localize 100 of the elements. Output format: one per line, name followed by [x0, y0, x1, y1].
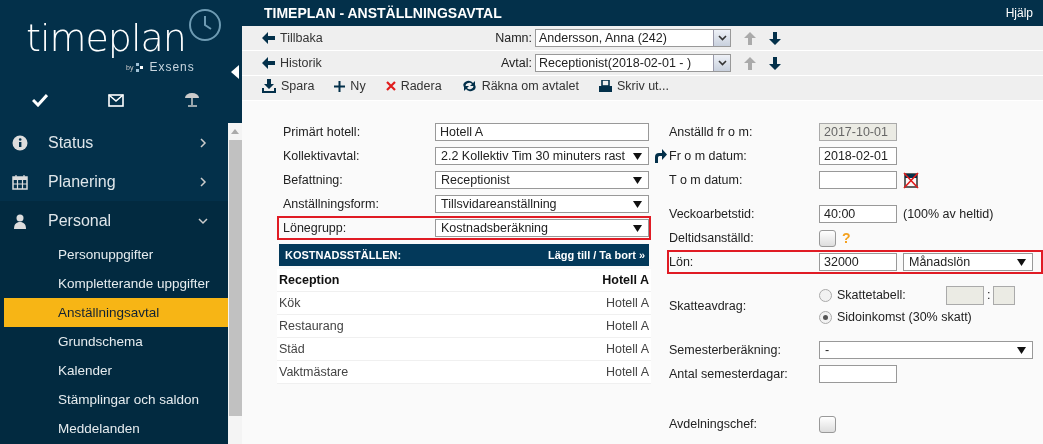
- close-icon: [385, 81, 396, 91]
- dropdown[interactable]: Månadslön: [903, 253, 1033, 271]
- nav-subitem[interactable]: Stämplingar och saldon: [4, 385, 228, 414]
- down-arrow-icon[interactable]: [769, 31, 781, 45]
- clear-date-icon[interactable]: [903, 171, 919, 189]
- add-remove-link[interactable]: Lägg till / Ta bort »: [548, 249, 645, 261]
- radio-label: Sidoinkomst (30% skatt): [837, 309, 972, 325]
- text-field[interactable]: [819, 171, 897, 189]
- left-arrow-icon: [262, 57, 275, 69]
- toolbar-button[interactable]: Spara: [262, 79, 315, 93]
- download-icon: [262, 79, 276, 93]
- logo-wordmark: timeplan: [26, 18, 186, 58]
- dropdown[interactable]: Receptionist: [435, 171, 649, 189]
- curved-arrow-icon[interactable]: [653, 149, 667, 163]
- table-cell: Kök: [279, 296, 301, 310]
- field-label: Avtal:: [499, 56, 532, 70]
- separator-colon: :: [987, 287, 991, 303]
- caret-icon: [717, 35, 727, 41]
- nav-subitem[interactable]: Anställningsavtal: [4, 298, 228, 327]
- collapse-icon[interactable]: [231, 65, 239, 79]
- dropdown[interactable]: Andersson, Anna (242): [535, 29, 731, 47]
- toolbar-button[interactable]: Ny: [334, 79, 366, 93]
- field-label: Primärt hotell:: [282, 125, 362, 139]
- caret-icon: [633, 200, 642, 208]
- field-label: Antal semesterdagar:: [669, 367, 789, 381]
- dropdown[interactable]: Receptionist(2018-02-01 - ): [535, 54, 731, 72]
- printer-icon: [598, 80, 612, 92]
- field-label: T o m datum:: [669, 173, 744, 187]
- umbrella-icon[interactable]: [184, 92, 200, 108]
- chevron-right-icon: [198, 176, 208, 187]
- field-label: Skatteavdrag:: [669, 299, 748, 313]
- text-field[interactable]: 40:00: [819, 205, 897, 223]
- clock-icon: [188, 8, 222, 42]
- dropdown[interactable]: 2.2 Kollektiv Tim 30 minuters rast: [435, 147, 649, 165]
- nav-subitem[interactable]: Personuppgifter: [4, 240, 228, 269]
- field-note: (100% av heltid): [903, 207, 994, 221]
- text-field[interactable]: [819, 365, 897, 383]
- scroll-up-icon[interactable]: [231, 129, 239, 134]
- field-label: Kollektivavtal:: [282, 149, 361, 163]
- caret-icon: [633, 152, 642, 160]
- toolbar-button[interactable]: Radera: [385, 79, 442, 93]
- dropdown[interactable]: Tillsvidareanställning: [435, 195, 649, 213]
- field-label: Veckoarbetstid:: [669, 207, 756, 221]
- back-link[interactable]: Tillbaka: [262, 31, 442, 45]
- section-title: KOSTNADSSTÄLLEN:: [285, 249, 402, 261]
- table-cell: Hotell A: [605, 319, 649, 333]
- field-label: Befattning:: [282, 173, 344, 187]
- scrollbar[interactable]: [228, 123, 242, 444]
- refresh-icon: [461, 80, 477, 92]
- nav-item[interactable]: Planering: [0, 162, 228, 201]
- page-title: TIMEPLAN - ANSTÄLLNINGSAVTAL: [264, 5, 502, 21]
- caret-icon: [633, 176, 642, 184]
- nav-subitem[interactable]: Kompletterande uppgifter: [4, 269, 228, 298]
- table-cell: Städ: [279, 342, 305, 356]
- chevron-right-icon: [198, 137, 208, 148]
- person-icon: [12, 212, 28, 229]
- field-label: Lönegrupp:: [282, 221, 348, 235]
- nav-item[interactable]: Status: [0, 123, 228, 162]
- field-label: Avdelningschef:: [669, 417, 759, 431]
- dropdown[interactable]: Kostnadsberäkning: [435, 219, 649, 237]
- caret-icon: [633, 224, 642, 232]
- toolbar-button[interactable]: Räkna om avtalet: [461, 79, 579, 93]
- caret-icon: [1017, 258, 1026, 266]
- nav-subitem[interactable]: Kalender: [4, 356, 228, 385]
- table-cell: Hotell A: [602, 273, 649, 287]
- calendar-icon: [12, 173, 28, 190]
- toolbar-button[interactable]: Skriv ut...: [598, 79, 669, 93]
- text-field[interactable]: 2018-02-01: [819, 147, 897, 165]
- dropdown[interactable]: -: [819, 341, 1033, 359]
- chevron-down-icon: [198, 215, 208, 226]
- field-label: Deltidsanställd:: [669, 231, 755, 245]
- radio-button[interactable]: [819, 288, 832, 302]
- field-label: Namn:: [494, 31, 532, 45]
- field-label: Anställd fr o m:: [669, 125, 754, 139]
- left-arrow-icon: [262, 32, 275, 44]
- help-link[interactable]: Hjälp: [1005, 6, 1033, 20]
- radio-button[interactable]: [819, 310, 832, 324]
- text-field[interactable]: 32000: [819, 253, 897, 271]
- caret-icon: [717, 60, 727, 66]
- checkbox[interactable]: [819, 229, 836, 247]
- table-cell: Restaurang: [279, 319, 344, 333]
- plus-icon: [334, 80, 346, 92]
- field-label: Semesterberäkning:: [669, 343, 782, 357]
- nav-subitem[interactable]: Meddelanden: [4, 414, 228, 443]
- mail-icon[interactable]: [108, 93, 124, 107]
- field-label: Lön:: [669, 255, 695, 269]
- table-cell: Hotell A: [605, 365, 649, 379]
- field-label: Fr o m datum:: [669, 149, 748, 163]
- back-link[interactable]: Historik: [262, 56, 442, 70]
- text-field[interactable]: Hotell A: [435, 123, 649, 141]
- logo-brand: Exsens: [149, 60, 195, 74]
- down-arrow-icon[interactable]: [769, 56, 781, 70]
- table-cell: Hotell A: [605, 296, 649, 310]
- checkbox[interactable]: [819, 415, 836, 433]
- table-cell: Reception: [279, 273, 340, 287]
- radio-label: Skattetabell:: [837, 287, 907, 303]
- field-label: Anställningsform:: [282, 197, 380, 211]
- info-icon: [12, 134, 28, 151]
- check-icon[interactable]: [32, 93, 48, 107]
- nav-subitem[interactable]: Grundschema: [4, 327, 228, 356]
